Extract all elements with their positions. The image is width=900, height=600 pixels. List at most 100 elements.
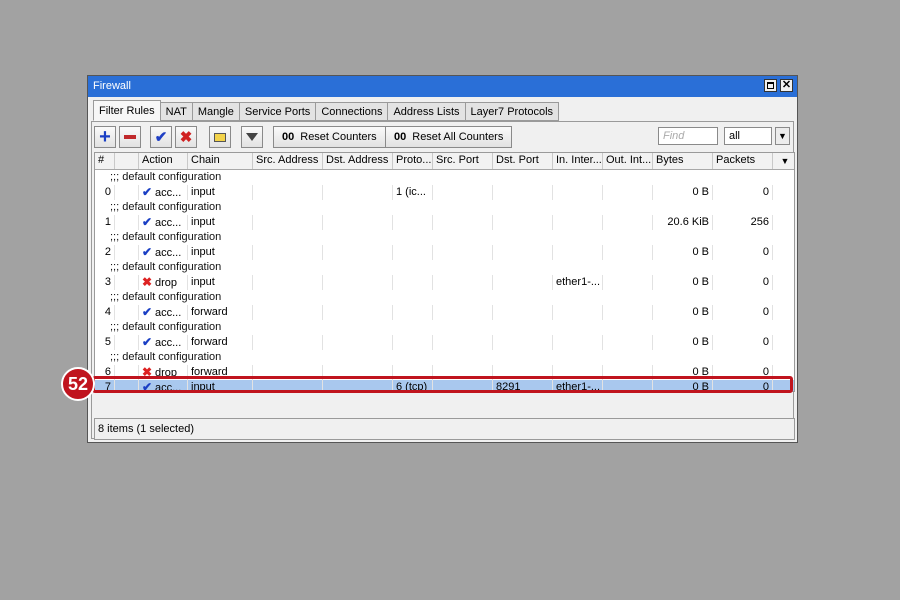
col-src-port-cell [433,305,493,320]
action-label: acc... [155,217,182,229]
note-icon [214,132,226,142]
col-protocol-cell [393,245,433,260]
col-flag-header[interactable] [115,153,139,169]
col-num-header[interactable]: # [95,153,115,169]
col-src-address-cell [253,275,323,290]
col-bytes-header[interactable]: Bytes [653,153,713,169]
col-dst-port-cell [493,335,553,350]
filter-button[interactable] [241,126,263,148]
col-protocol-cell [393,275,433,290]
comment-text: ;;; default configuration [110,261,222,273]
col-out-interface-cell [603,305,653,320]
close-icon[interactable]: ✕ [780,79,793,92]
col-in-interface-cell [553,245,603,260]
action-label: drop [155,277,178,289]
col-out-interface-cell [603,335,653,350]
find-input[interactable] [658,127,718,145]
accept-check-icon: ✔ [142,215,153,229]
remove-rule-button[interactable] [119,126,141,148]
col-packets-header[interactable]: Packets [713,153,773,169]
window-title: Firewall [93,80,131,92]
tab-filter-rules[interactable]: Filter Rules [93,100,161,121]
col-out-interface-header[interactable]: Out. Int... [603,153,653,169]
col-dst-address-cell [323,245,393,260]
col-protocol-cell [393,215,433,230]
col-src-port-cell [433,185,493,200]
col-dst-address-cell [323,185,393,200]
reset-counters-button[interactable]: 00 Reset Counters [273,126,386,148]
col-src-port-cell [433,275,493,290]
scope-select[interactable]: all [724,127,772,145]
col-packets-cell: 0 [713,275,773,290]
col-in-interface-cell [553,305,603,320]
tab-layer7-protocols[interactable]: Layer7 Protocols [464,102,560,121]
comment-button[interactable] [209,126,231,148]
tab-address-lists[interactable]: Address Lists [387,102,466,121]
column-menu-icon[interactable]: ▼ [776,153,794,169]
comment-row[interactable]: ;;; default configuration [95,230,794,245]
reset-all-counters-label: Reset All Counters [412,131,504,143]
comment-row[interactable]: ;;; default configuration [95,200,794,215]
col-bytes-cell: 0 B [653,335,713,350]
col-protocol-cell [393,305,433,320]
reset-counters-icon: 00 [282,131,295,143]
comment-row[interactable]: ;;; default configuration [95,170,794,185]
col-src-address-cell [253,335,323,350]
comment-row[interactable]: ;;; default configuration [95,350,794,365]
enable-rule-button[interactable]: ✔ [150,126,172,148]
col-chain-header[interactable]: Chain [188,153,253,169]
col-in-interface-cell [553,185,603,200]
reset-all-counters-icon: 00 [394,131,407,143]
col-src-port-cell [433,215,493,230]
maximize-icon[interactable] [764,79,777,92]
col-dst-port-cell [493,305,553,320]
comment-row[interactable]: ;;; default configuration [95,260,794,275]
reset-all-counters-button[interactable]: 00 Reset All Counters [385,126,513,148]
col-protocol-cell: 1 (ic... [393,185,433,200]
col-protocol-header[interactable]: Proto... [393,153,433,169]
col-dst-port-header[interactable]: Dst. Port [493,153,553,169]
tab-mangle[interactable]: Mangle [191,102,240,121]
col-src-address-cell [253,245,323,260]
col-action-header[interactable]: Action [139,153,188,169]
tab-service-ports[interactable]: Service Ports [238,102,317,121]
tab-connections[interactable]: Connections [315,102,389,121]
comment-row[interactable]: ;;; default configuration [95,290,794,305]
title-bar[interactable]: Firewall ✕ [88,76,797,97]
table-row[interactable]: 4 ✔ acc... forward 0 B0 [95,305,794,320]
table-row[interactable]: 5 ✔ acc... forward 0 B0 [95,335,794,350]
col-chain-cell: input [188,245,253,260]
chevron-down-icon[interactable]: ▼ [775,127,790,145]
col-protocol-cell [393,335,433,350]
accept-check-icon: ✔ [142,185,153,199]
action-label: acc... [155,307,182,319]
accept-check-icon: ✔ [142,245,153,259]
col-src-port-header[interactable]: Src. Port [433,153,493,169]
table-row[interactable]: 3 ✖ drop input ether1-... 0 B0 [95,275,794,290]
col-in-interface-cell: ether1-... [553,275,603,290]
table-row[interactable]: 2 ✔ acc... input 0 B0 [95,245,794,260]
add-rule-button[interactable]: + [94,126,116,148]
col-packets-cell: 0 [713,335,773,350]
col-packets-cell: 0 [713,185,773,200]
comment-text: ;;; default configuration [110,171,222,183]
comment-row[interactable]: ;;; default configuration [95,320,794,335]
status-bar: 8 items (1 selected) [94,418,795,440]
col-dst-address-cell [323,305,393,320]
col-in-interface-cell [553,335,603,350]
col-action-cell: ✔ acc... [139,215,188,230]
table-row[interactable]: 1 ✔ acc... input 20.6 KiB 256 [95,215,794,230]
col-flag-cell [115,245,139,260]
col-num-cell: 2 [95,245,115,260]
col-dst-address-header[interactable]: Dst. Address [323,153,393,169]
col-in-interface-header[interactable]: In. Inter... [553,153,603,169]
rules-table: ▼ # Action Chain Src. Address Dst. Address Pr… [94,152,795,392]
table-row[interactable]: 0 ✔ acc... input 1 (ic... 0 B0 [95,185,794,200]
col-num-cell: 0 [95,185,115,200]
tab-nat[interactable]: NAT [159,102,193,121]
step-badge: 52 [61,367,95,401]
disable-rule-button[interactable]: ✖ [175,126,197,148]
col-src-port-cell [433,335,493,350]
col-bytes-cell: 0 B [653,275,713,290]
col-src-address-header[interactable]: Src. Address [253,153,323,169]
